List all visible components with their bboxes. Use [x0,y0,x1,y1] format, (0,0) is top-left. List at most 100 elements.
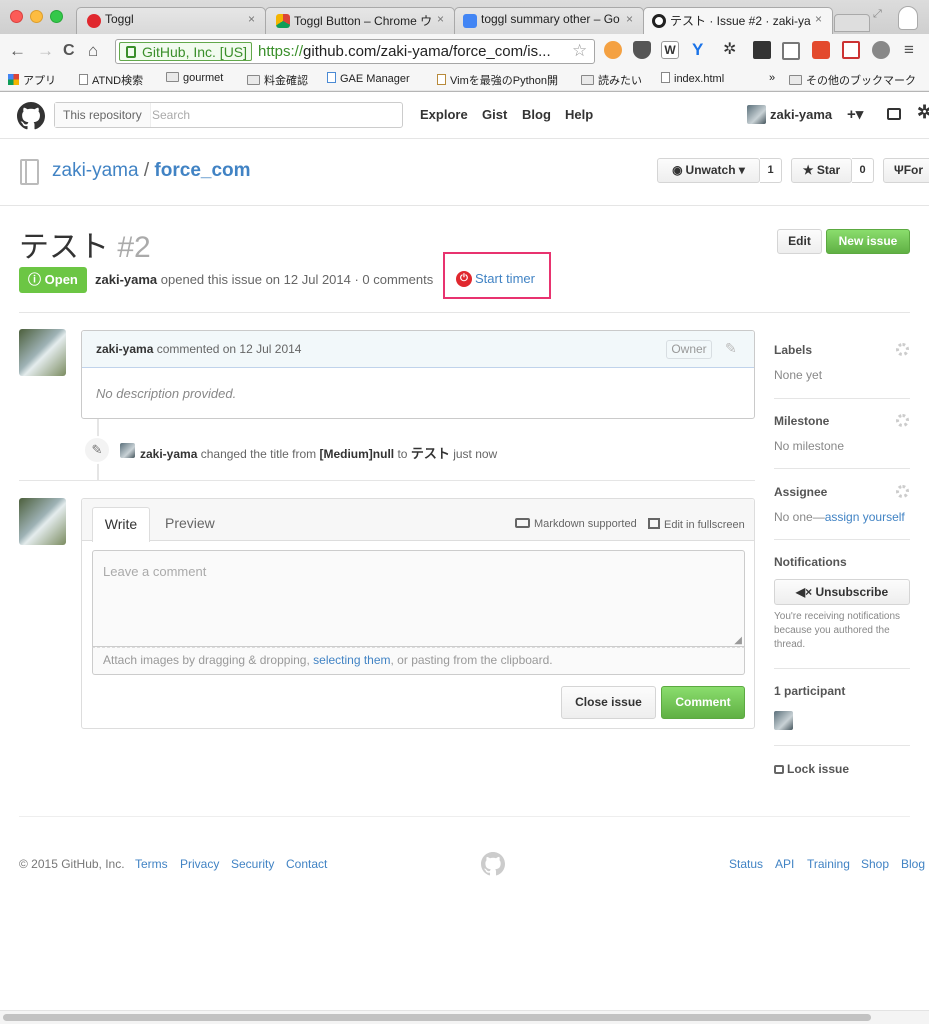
browser-tab-google-search[interactable]: toggl summary other – Go × [454,7,644,34]
wikipedia-icon[interactable]: W [661,41,679,59]
extension-fox-icon[interactable] [604,41,622,59]
assign-yourself-link[interactable]: assign yourself [825,510,905,524]
footer-link-api[interactable]: API [775,857,794,871]
back-arrow-icon[interactable]: ← [9,42,26,60]
github-octocat-logo-icon[interactable] [17,102,45,130]
footer-link-terms[interactable]: Terms [135,857,168,871]
extension-orange-icon[interactable] [812,41,830,59]
scrollbar-thumb[interactable] [3,1014,871,1021]
footer-link-blog[interactable]: Blog [901,857,925,871]
unwatch-button[interactable]: ◉ Unwatch ▾ [657,158,760,183]
minimize-window-button[interactable] [30,10,43,23]
footer-link-contact[interactable]: Contact [286,857,327,871]
tab-preview[interactable]: Preview [165,515,215,531]
nav-blog[interactable]: Blog [522,107,551,122]
bookmark-gourmet[interactable]: gourmet [166,72,223,84]
zoom-window-button[interactable] [50,10,63,23]
repo-name-link[interactable]: force_com [154,160,250,181]
extension-y-icon[interactable]: Y [692,41,710,59]
bookmark-star-icon[interactable]: ☆ [572,41,587,61]
extension-red-frame-icon[interactable] [842,41,860,59]
bookmark-vim-python[interactable]: Vimを最強のPython開 [437,72,558,88]
edit-pencil-icon[interactable]: ✎ [725,340,737,357]
comment-author-avatar[interactable] [19,329,66,376]
fullscreen-arrows-icon[interactable]: ⤢ [873,8,882,21]
cast-icon[interactable] [782,42,800,60]
bookmark-other[interactable]: その他のブックマーク [789,72,916,88]
nav-gist[interactable]: Gist [482,107,507,122]
unsubscribe-button[interactable]: ◀× Unsubscribe [774,579,910,605]
close-tab-icon[interactable]: × [626,12,633,26]
extension-window-icon[interactable] [753,41,771,59]
bookmark-to-read[interactable]: 読みたい [581,72,642,88]
nav-help[interactable]: Help [565,107,593,122]
bookmark-gae-manager[interactable]: GAE Manager [327,72,410,85]
watch-count[interactable]: 1 [760,158,782,183]
browser-tab-github-issue[interactable]: テスト · Issue #2 · zaki-ya × [643,7,833,34]
tab-write[interactable]: Write [92,507,150,542]
footer-link-privacy[interactable]: Privacy [180,857,219,871]
comment-author-link[interactable]: zaki-yama [96,342,153,356]
create-new-dropdown[interactable]: +▾ [847,105,863,123]
issue-author-link[interactable]: zaki-yama [95,272,157,287]
ev-certificate-badge[interactable]: GitHub, Inc. [US] [119,42,253,61]
lock-issue-link[interactable]: Lock issue [774,762,849,776]
horizontal-scrollbar[interactable] [0,1010,929,1024]
settings-gear-icon[interactable]: ✲ [917,102,929,123]
new-tab-button[interactable] [834,14,870,32]
markdown-supported-link[interactable]: Markdown supported [515,518,637,530]
comment-date-link[interactable]: commented on 12 Jul 2014 [157,342,302,356]
event-actor-link[interactable]: zaki-yama [140,447,197,461]
comment-submit-button[interactable]: Comment [661,686,745,719]
footer-github-mark-icon[interactable] [481,852,505,876]
select-files-link[interactable]: selecting them [313,653,390,667]
toggl-extension-icon[interactable] [872,41,890,59]
reload-icon[interactable]: C [63,42,75,60]
forward-arrow-icon[interactable]: → [37,42,54,60]
browser-tab-toggl-button[interactable]: Toggl Button – Chrome ウ × [265,7,455,34]
browser-tab-toggl[interactable]: Toggl × [76,7,266,34]
pocket-icon[interactable] [633,41,651,59]
notifications-inbox-icon[interactable] [887,108,901,120]
attach-images-bar[interactable]: Attach images by dragging & dropping, se… [92,647,745,675]
edit-issue-button[interactable]: Edit [777,229,822,254]
comment-textarea[interactable]: Leave a comment ◢ [92,550,745,647]
profile-avatar-icon[interactable] [898,6,918,30]
menu-hamburger-icon[interactable]: ≡ [904,41,914,59]
close-window-button[interactable] [10,10,23,23]
event-actor-avatar[interactable] [120,443,135,458]
bookmarks-overflow-button[interactable]: » [769,72,775,84]
bookmark-pricing[interactable]: 料金確認 [247,72,308,88]
star-button[interactable]: ★ Star [791,158,852,183]
close-tab-icon[interactable]: × [437,12,444,26]
footer-link-training[interactable]: Training [807,857,850,871]
nav-explore[interactable]: Explore [420,107,468,122]
search-box[interactable]: This repository Search [54,102,403,128]
unwatch-label: Unwatch ▾ [685,163,745,177]
close-tab-icon[interactable]: × [248,12,255,26]
fork-button[interactable]: ΨFor [883,158,929,183]
assignee-gear-icon[interactable] [896,485,909,498]
user-name-link[interactable]: zaki-yama [770,107,832,122]
labels-gear-icon[interactable] [896,343,909,356]
new-issue-button[interactable]: New issue [826,229,910,254]
close-tab-icon[interactable]: × [815,12,822,26]
settings-gear-icon[interactable]: ✲ [723,41,741,59]
user-avatar[interactable] [747,105,766,124]
bookmark-atnd[interactable]: ATND検索 [79,72,143,88]
address-bar[interactable]: GitHub, Inc. [US] https://github.com/zak… [115,39,595,64]
edit-fullscreen-link[interactable]: Edit in fullscreen [648,518,745,531]
bookmark-apps[interactable]: アプリ [8,72,56,88]
resize-handle-icon[interactable]: ◢ [734,635,742,646]
bookmark-index-html[interactable]: index.html [661,72,724,85]
close-issue-button[interactable]: Close issue [561,686,656,719]
star-count[interactable]: 0 [852,158,874,183]
home-icon[interactable]: ⌂ [88,42,98,60]
footer-link-security[interactable]: Security [231,857,274,871]
footer-link-shop[interactable]: Shop [861,857,889,871]
participant-avatar[interactable] [774,711,793,730]
milestone-gear-icon[interactable] [896,414,909,427]
footer-link-status[interactable]: Status [729,857,763,871]
repo-owner-link[interactable]: zaki-yama [52,160,139,181]
start-timer-button[interactable]: ⏻ Start timer [456,271,535,287]
